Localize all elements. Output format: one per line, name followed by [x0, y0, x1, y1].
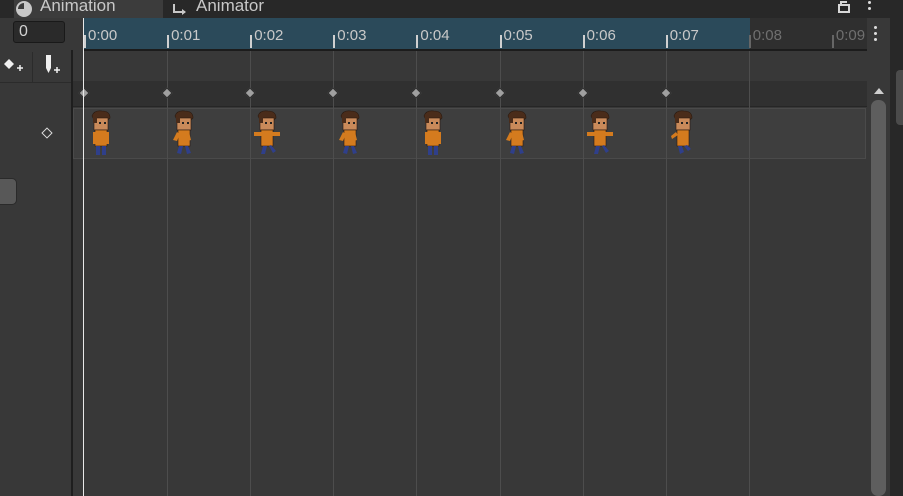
scroll-up-icon[interactable] — [874, 88, 884, 94]
add-event-icon — [39, 53, 63, 80]
ruler-tick-label: 0:02 — [254, 27, 284, 44]
tab-animator-label: Animator — [196, 0, 265, 15]
sprite-keyframe-thumbnail[interactable] — [585, 110, 615, 158]
ruler-tick — [84, 35, 86, 48]
frame-gridline — [582, 51, 584, 496]
ruler-tick — [831, 35, 834, 48]
timeline-menu-icon[interactable] — [868, 22, 884, 46]
sprite-keyframe-thumbnail[interactable] — [668, 110, 698, 158]
ruler-tick-label: 0:05 — [503, 27, 533, 44]
add-keyframe-icon — [1, 55, 25, 78]
tab-animation[interactable]: Animation — [14, 0, 163, 18]
ruler-tick — [748, 35, 751, 48]
ruler-tick — [665, 35, 668, 48]
sprite-keyframe-thumbnail[interactable] — [335, 110, 365, 158]
scrollbar-thumb[interactable] — [871, 100, 886, 496]
ruler-tick-label: 0:07 — [669, 27, 699, 44]
ruler-tick-label: 0:03 — [337, 27, 367, 44]
add-event-button[interactable] — [38, 53, 64, 79]
clock-icon — [14, 0, 34, 18]
ruler-tick — [582, 35, 585, 48]
frame-gridline — [748, 51, 750, 496]
animator-graph-icon — [170, 0, 190, 18]
ruler-tick-label: 0:00 — [88, 27, 118, 44]
frame-gridline — [416, 51, 418, 496]
kebab-menu-icon[interactable] — [864, 0, 876, 14]
frame-input[interactable]: 0 — [13, 21, 65, 43]
edge-scroll-handle[interactable] — [896, 70, 903, 125]
add-keyframe-button[interactable] — [0, 53, 26, 79]
sprite-keyframe-thumbnail[interactable] — [86, 110, 116, 158]
tab-animator[interactable]: Animator — [170, 0, 320, 18]
ruler-tick-label: 0:09 — [835, 27, 866, 44]
ruler-tick-label: 0:08 — [752, 27, 782, 44]
frame-gridline — [665, 51, 667, 496]
ruler-tick — [416, 35, 419, 48]
toolbar-separator — [32, 52, 33, 82]
sprite-keyframe-thumbnail[interactable] — [252, 110, 282, 158]
tab-animation-label: Animation — [40, 0, 116, 15]
lock-icon[interactable] — [836, 0, 852, 14]
ruler-tick — [333, 35, 336, 48]
frame-gridline — [333, 51, 335, 496]
sprite-keyframe-thumbnail[interactable] — [418, 110, 448, 158]
ruler-tick-label: 0:06 — [586, 27, 616, 44]
ruler-tick — [250, 35, 253, 48]
playhead[interactable] — [83, 18, 84, 496]
frame-gridline — [499, 51, 501, 496]
frame-gridline — [250, 51, 252, 496]
ruler-tick — [167, 35, 170, 48]
ruler-tick — [499, 35, 502, 48]
panel-resize-handle[interactable] — [0, 178, 17, 205]
ruler-tick-label: 0:01 — [171, 27, 201, 44]
sprite-keyframe-thumbnail[interactable] — [169, 110, 199, 158]
ruler-tick-label: 0:04 — [420, 27, 450, 44]
sprite-keyframe-thumbnail[interactable] — [502, 110, 532, 158]
property-panel — [0, 18, 72, 496]
frame-gridline — [167, 51, 169, 496]
